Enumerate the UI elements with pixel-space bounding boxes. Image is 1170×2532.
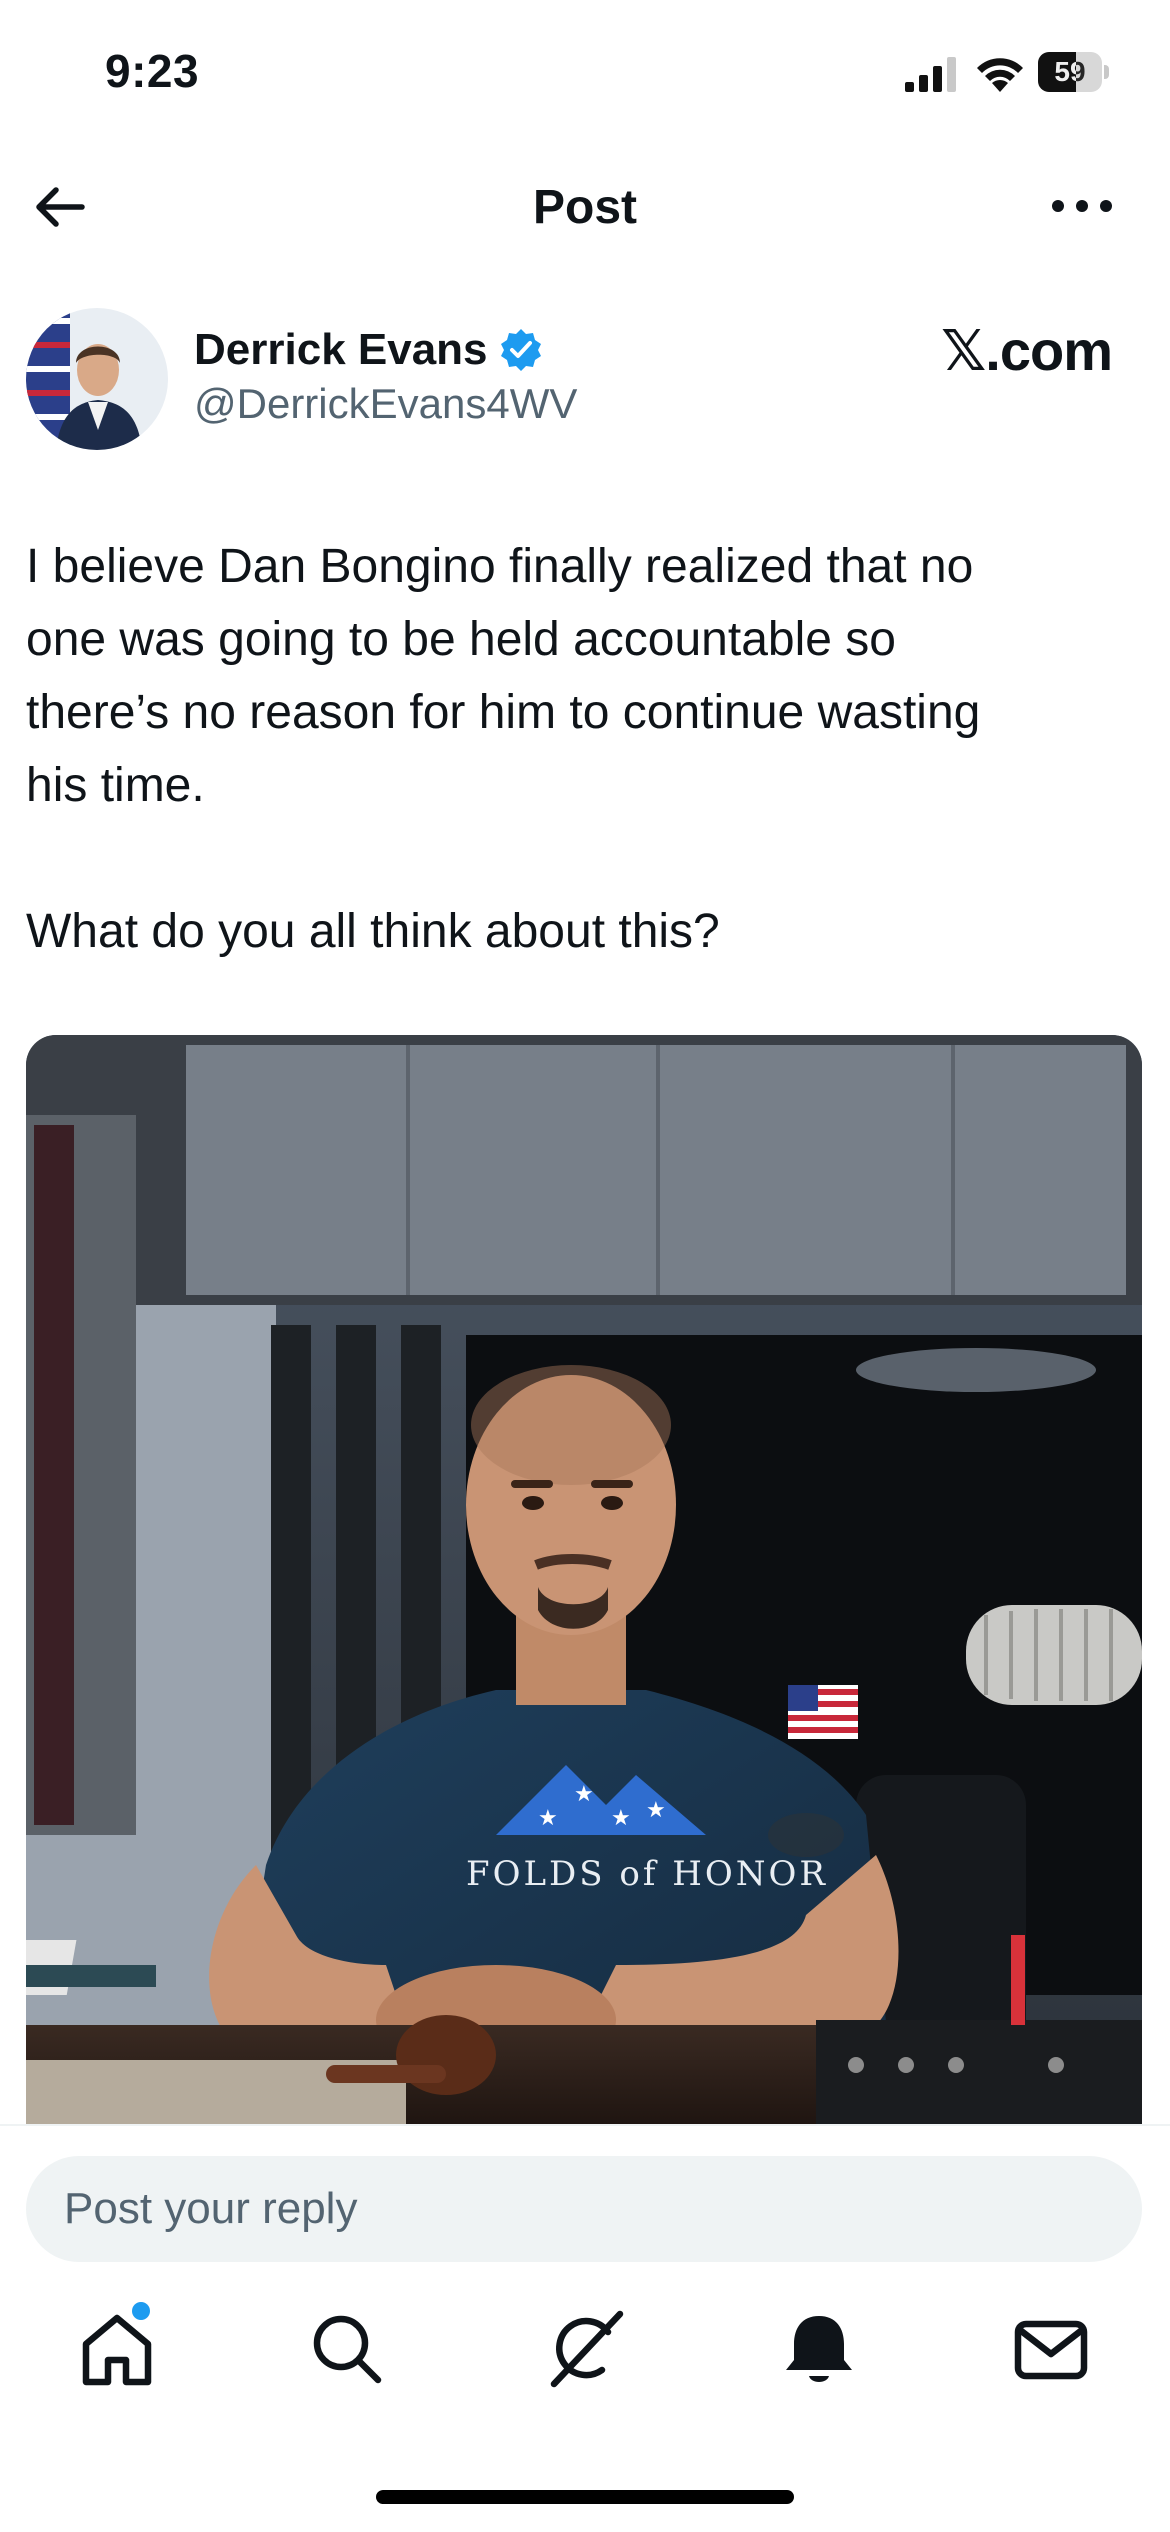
svg-text:★: ★: [646, 1798, 666, 1823]
ellipsis-icon[interactable]: [1048, 186, 1116, 226]
notifications-icon[interactable]: [774, 2304, 864, 2394]
wifi-icon: [977, 58, 1023, 92]
source-label: 𝕏.com: [941, 319, 1113, 382]
author-name-row[interactable]: Derrick Evans: [194, 320, 544, 380]
svg-text:★: ★: [574, 1782, 594, 1807]
reply-bar: [0, 2124, 1170, 2264]
reply-input[interactable]: [26, 2156, 1142, 2262]
home-indicator[interactable]: [376, 2490, 794, 2504]
page-title: Post: [532, 181, 637, 234]
post-image[interactable]: ★ ★ ★ ★ FOLDS of HONOR: [26, 1035, 1142, 2125]
battery-level: 59: [1054, 56, 1086, 87]
home-icon[interactable]: [72, 2304, 162, 2394]
svg-text:★: ★: [611, 1806, 631, 1831]
battery-icon: 59: [1038, 52, 1110, 92]
status-time: 9:23: [105, 45, 200, 97]
messages-icon[interactable]: [1006, 2304, 1096, 2394]
post-text: I believe Dan Bongino finally realized t…: [26, 540, 981, 958]
home-notification-dot: [132, 2302, 150, 2320]
avatar[interactable]: [26, 308, 168, 450]
author-name[interactable]: Derrick Evans: [194, 325, 488, 375]
svg-text:★: ★: [538, 1806, 558, 1831]
author-handle[interactable]: @DerrickEvans4WV: [194, 380, 577, 428]
cellular-signal-icon: [905, 57, 956, 92]
grok-icon[interactable]: [540, 2304, 630, 2394]
search-icon[interactable]: [302, 2304, 392, 2394]
status-bar: 9:23 59: [0, 0, 1170, 150]
verified-badge-icon: [500, 329, 541, 371]
shirt-text: FOLDS of HONOR: [466, 1854, 828, 1894]
